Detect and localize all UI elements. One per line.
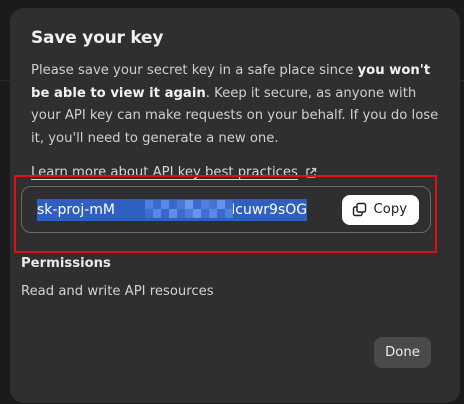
dialog-description: Please save your secret key in a safe pl…: [31, 60, 439, 150]
api-key-value[interactable]: sk-proj-mM bgNcuwr9sOG: [37, 198, 336, 222]
api-key-field[interactable]: sk-proj-mM bgNcuwr9sOG Copy: [21, 186, 431, 233]
redaction-pixelation: [145, 199, 233, 218]
copy-button[interactable]: Copy: [341, 194, 419, 225]
copy-icon: [352, 202, 367, 217]
dialog-title: Save your key: [31, 28, 164, 48]
done-button[interactable]: Done: [374, 337, 431, 368]
done-button-label: Done: [385, 345, 420, 360]
permissions-value: Read and write API resources: [21, 284, 214, 299]
api-key-prefix: sk-proj-mM: [37, 201, 116, 218]
permissions-heading: Permissions: [21, 256, 111, 271]
copy-button-label: Copy: [373, 202, 407, 217]
description-text-1: Please save your secret key in a safe pl…: [31, 63, 358, 78]
